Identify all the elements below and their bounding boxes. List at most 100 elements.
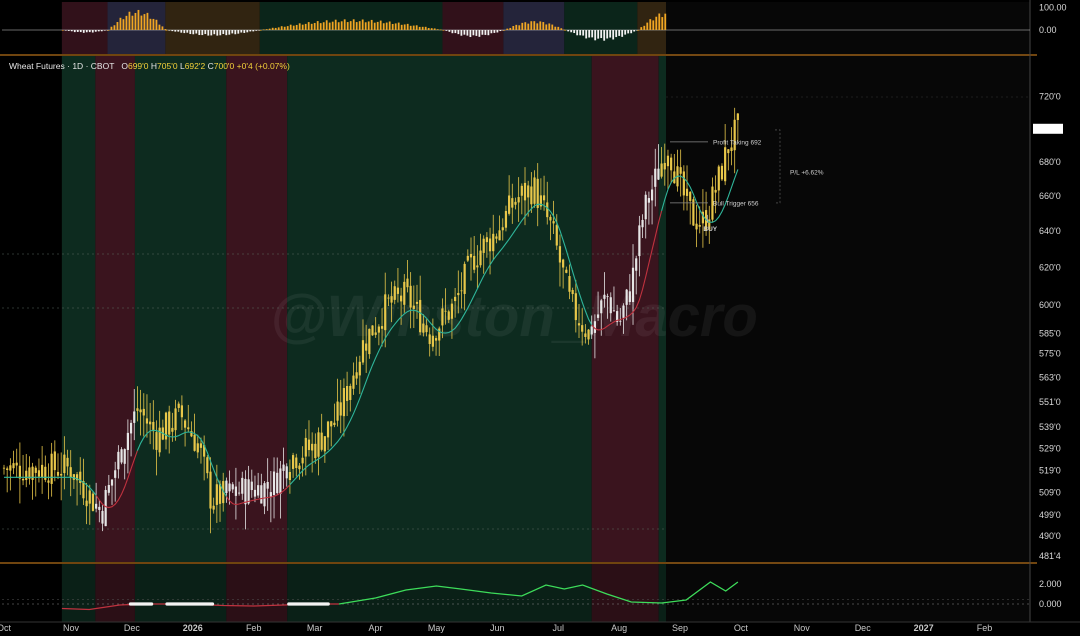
osc-bar-32 bbox=[155, 19, 158, 30]
osc-bar-14 bbox=[103, 30, 106, 31]
osc-bar-162 bbox=[539, 21, 542, 30]
osc-bar-154 bbox=[515, 24, 518, 30]
osc-bar-114 bbox=[397, 22, 400, 30]
low-value: 692'2 bbox=[184, 61, 206, 71]
candle-body-177 bbox=[565, 269, 568, 273]
osc-bar-78 bbox=[289, 24, 292, 30]
candle-body-11 bbox=[37, 470, 41, 477]
candle-body-135 bbox=[431, 335, 434, 347]
osc-bar-191 bbox=[624, 30, 627, 35]
candle-body-126 bbox=[403, 281, 406, 305]
candle-body-175 bbox=[558, 246, 562, 263]
price-tick-label-4: 620'0 bbox=[1039, 262, 1061, 272]
candle-body-203 bbox=[647, 198, 651, 203]
osc-bar-93 bbox=[334, 19, 337, 30]
osc-bar-45 bbox=[192, 30, 195, 35]
candle-body-81 bbox=[260, 485, 263, 504]
osc-bar-184 bbox=[603, 30, 606, 41]
candle-body-161 bbox=[514, 201, 517, 205]
osc-bar-197 bbox=[640, 27, 643, 30]
osc-bar-150 bbox=[503, 30, 506, 31]
osc-bar-177 bbox=[582, 30, 585, 36]
osc-bar-1 bbox=[64, 30, 67, 31]
osc-bar-64 bbox=[249, 30, 252, 32]
regime-band-bottom-0 bbox=[61, 564, 96, 622]
bull-trigger-label: Bull Trigger 656 bbox=[713, 200, 759, 207]
candle-body-136 bbox=[434, 338, 438, 341]
osc-bar-133 bbox=[454, 30, 457, 34]
osc-bar-33 bbox=[158, 24, 161, 30]
osc-bar-40 bbox=[177, 30, 180, 32]
candle-body-189 bbox=[603, 294, 606, 299]
candle-body-157 bbox=[501, 227, 504, 231]
osc-bar-182 bbox=[597, 30, 600, 39]
regime-band-bottom-4 bbox=[287, 564, 592, 622]
osc-bar-115 bbox=[400, 24, 403, 30]
osc-bar-205 bbox=[664, 13, 667, 30]
osc-bar-121 bbox=[418, 26, 421, 30]
candle-body-28 bbox=[91, 493, 95, 511]
osc-bar-44 bbox=[189, 30, 192, 35]
osc-bar-4 bbox=[73, 30, 76, 33]
osc-bar-136 bbox=[463, 30, 466, 35]
osc-bar-53 bbox=[216, 30, 219, 36]
candle-body-165 bbox=[527, 185, 530, 198]
candle-body-195 bbox=[622, 305, 625, 318]
osc-bar-134 bbox=[457, 30, 460, 35]
osc-bar-117 bbox=[406, 23, 409, 30]
osc-bar-21 bbox=[122, 19, 125, 30]
osc-bar-127 bbox=[436, 29, 439, 30]
candle-body-20 bbox=[66, 457, 69, 467]
osc-bar-128 bbox=[439, 29, 442, 31]
candle-body-122 bbox=[390, 296, 393, 303]
osc-bar-3 bbox=[70, 30, 73, 32]
osc-bar-110 bbox=[385, 22, 388, 30]
price-tick-label-12: 519'0 bbox=[1039, 465, 1061, 475]
candle-body-21 bbox=[69, 467, 72, 478]
price-tick-label-3: 640'0 bbox=[1039, 226, 1061, 236]
osc-bar-60 bbox=[237, 30, 240, 34]
candle-body-41 bbox=[133, 411, 136, 423]
osc-bar-5 bbox=[76, 30, 79, 32]
osc-bar-142 bbox=[481, 30, 484, 35]
candle-body-153 bbox=[488, 238, 492, 252]
candle-body-171 bbox=[546, 202, 549, 218]
osc-bar-112 bbox=[391, 23, 394, 30]
osc-bar-106 bbox=[373, 22, 376, 30]
osc-bar-202 bbox=[655, 16, 658, 30]
candle-body-42 bbox=[136, 408, 139, 411]
osc-bar-41 bbox=[180, 30, 183, 33]
osc-bar-201 bbox=[652, 20, 655, 30]
candle-body-112 bbox=[358, 361, 361, 376]
candle-body-77 bbox=[247, 479, 250, 504]
candle-body-214 bbox=[682, 171, 685, 196]
candle-body-152 bbox=[485, 237, 488, 243]
candle-body-229 bbox=[730, 147, 733, 151]
change-value: +0'4 (+0.07%) bbox=[236, 61, 290, 71]
candle-body-133 bbox=[425, 325, 428, 333]
candle-body-95 bbox=[304, 437, 307, 457]
osc-bar-166 bbox=[551, 24, 554, 30]
osc-bar-156 bbox=[521, 22, 524, 30]
osc-bar-157 bbox=[524, 22, 527, 30]
price-tick-label-8: 563'0 bbox=[1039, 372, 1061, 382]
candle-body-109 bbox=[349, 385, 352, 401]
osc-bar-17 bbox=[110, 26, 113, 30]
osc-bar-199 bbox=[646, 22, 649, 30]
candle-body-219 bbox=[698, 225, 701, 227]
osc-bar-167 bbox=[554, 26, 557, 30]
candle-body-119 bbox=[380, 326, 384, 329]
osc-bar-119 bbox=[412, 25, 415, 30]
candle-body-93 bbox=[298, 465, 301, 470]
osc-bar-72 bbox=[271, 27, 274, 30]
candle-body-7 bbox=[25, 470, 28, 481]
month-tick-label-9: Aug bbox=[611, 623, 627, 633]
candle-body-39 bbox=[126, 432, 129, 450]
osc-bar-90 bbox=[325, 20, 328, 30]
month-tick-label-1: Dec bbox=[124, 623, 141, 633]
osc-bar-91 bbox=[328, 22, 331, 30]
osc-bar-188 bbox=[615, 30, 618, 38]
candle-body-128 bbox=[409, 285, 412, 308]
candle-body-53 bbox=[171, 427, 174, 432]
osc-bar-113 bbox=[394, 23, 397, 30]
